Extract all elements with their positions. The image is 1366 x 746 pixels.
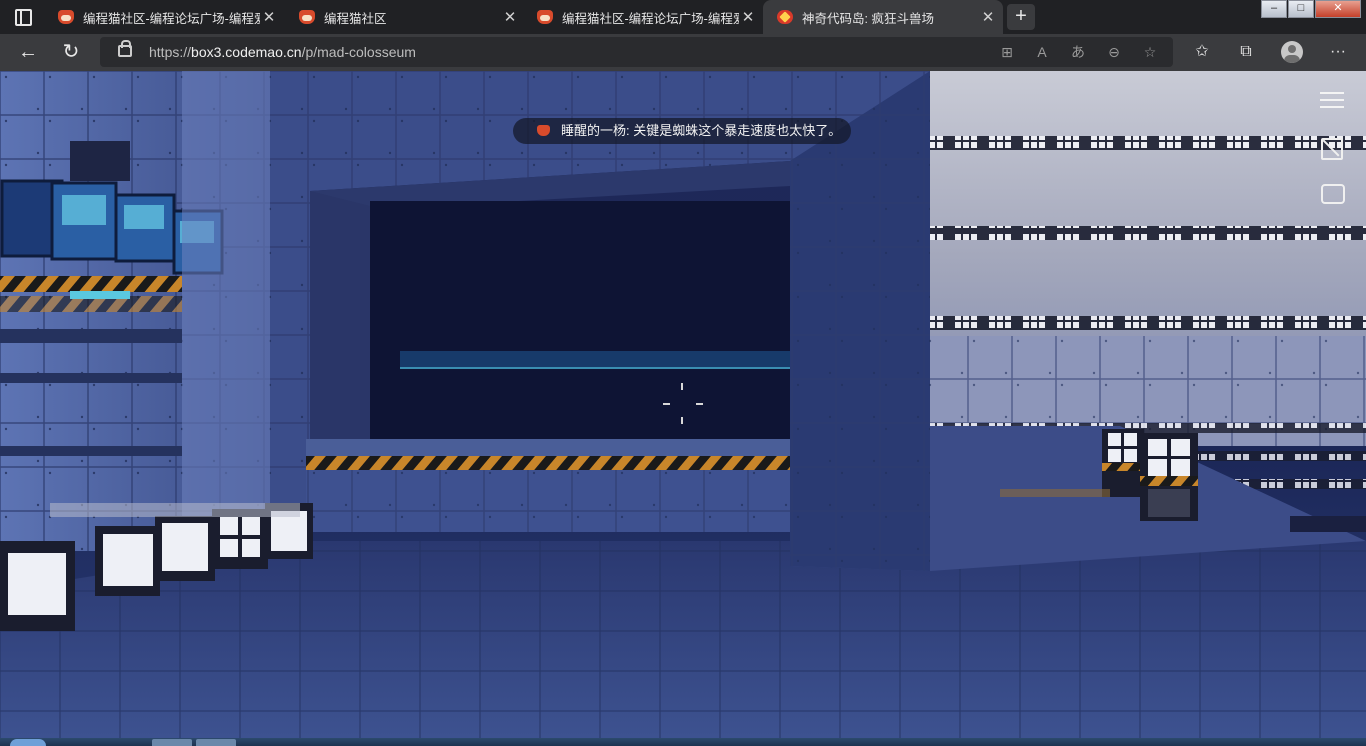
- game-menu-button[interactable]: [1318, 87, 1346, 113]
- translate-icon[interactable]: あ: [1067, 42, 1089, 62]
- chat-bubble-icon: [1321, 184, 1345, 204]
- read-aloud-icon[interactable]: A: [1031, 42, 1053, 62]
- tab-close-icon[interactable]: ✕: [739, 8, 757, 26]
- new-tab-button[interactable]: +: [1007, 4, 1035, 30]
- refresh-button[interactable]: ↻: [58, 40, 84, 64]
- start-orb-icon[interactable]: [10, 739, 46, 746]
- refresh-icon: ↻: [62, 41, 80, 63]
- chat-button[interactable]: [1318, 181, 1346, 207]
- tab-close-icon[interactable]: ✕: [501, 8, 519, 26]
- crosshair: [660, 383, 704, 425]
- window-controls: – □ ✕: [1261, 0, 1361, 18]
- add-favorite-icon[interactable]: ☆: [1139, 42, 1161, 62]
- back-button[interactable]: ←: [15, 40, 41, 64]
- codemao-cat-icon: [299, 10, 315, 24]
- tab-title: 神奇代码岛: 疯狂斗兽场: [802, 11, 934, 26]
- tab-actions-icon: [14, 8, 32, 26]
- tab-3[interactable]: 编程猫社区-编程论坛广场-编程爱 ✕: [523, 0, 763, 34]
- tab-close-icon[interactable]: ✕: [979, 8, 997, 26]
- lock-icon: [118, 40, 132, 57]
- taskbar-item[interactable]: [196, 739, 236, 746]
- chat-message-toast: 睡醒的一杨: 关键是蜘蛛这个暴走速度也太快了。: [513, 118, 851, 144]
- window-maximize-button[interactable]: □: [1288, 0, 1314, 18]
- collections-icon: ⧉: [1240, 43, 1252, 60]
- url-scheme: https://: [149, 44, 192, 60]
- tab-strip: 编程猫社区-编程论坛广场-编程爱 ✕ 编程猫社区 ✕ 编程猫社区-编程论坛广场-…: [0, 0, 1366, 34]
- url-path: /p/mad-colosseum: [301, 44, 416, 60]
- taskbar-item[interactable]: [152, 739, 192, 746]
- favorites-star-icon: ✩: [1195, 43, 1209, 60]
- tab-title: 编程猫社区: [324, 11, 387, 26]
- zoom-out-icon[interactable]: ⊖: [1103, 42, 1125, 62]
- address-bar[interactable]: https://box3.codemao.cn/p/mad-colosseum …: [100, 37, 1173, 67]
- app-available-icon[interactable]: ⊞: [996, 42, 1018, 62]
- chat-message-text: 睡醒的一杨: 关键是蜘蛛这个暴走速度也太快了。: [561, 123, 842, 138]
- fullscreen-button[interactable]: [1318, 135, 1346, 161]
- arrow-left-icon: ←: [18, 41, 38, 63]
- tab-actions-button[interactable]: [10, 6, 36, 28]
- url-text[interactable]: https://box3.codemao.cn/p/mad-colosseum: [149, 44, 416, 60]
- browser-toolbar: ← ↻ https://box3.codemao.cn/p/mad-coloss…: [0, 34, 1366, 71]
- window-close-button[interactable]: ✕: [1315, 0, 1361, 18]
- window-minimize-button[interactable]: –: [1261, 0, 1287, 18]
- favorites-button[interactable]: ✩: [1189, 40, 1215, 64]
- tab-title: 编程猫社区-编程论坛广场-编程爱: [562, 11, 739, 26]
- tab-4-active[interactable]: 神奇代码岛: 疯狂斗兽场 ✕: [763, 0, 1003, 34]
- tab-2[interactable]: 编程猫社区 ✕: [285, 0, 525, 34]
- os-taskbar: [0, 738, 1366, 746]
- codemao-cat-icon: [537, 10, 553, 24]
- expand-icon: [1321, 138, 1343, 160]
- tab-1[interactable]: 编程猫社区-编程论坛广场-编程爱 ✕: [44, 0, 284, 34]
- codemao-cat-icon: [58, 10, 74, 24]
- codemao-island-icon: [777, 10, 793, 24]
- collections-button[interactable]: ⧉: [1233, 40, 1259, 64]
- game-viewport[interactable]: 睡醒的一杨: 关键是蜘蛛这个暴走速度也太快了。: [0, 71, 1366, 738]
- tab-close-icon[interactable]: ✕: [260, 8, 278, 26]
- profile-avatar[interactable]: [1281, 41, 1303, 63]
- settings-more-button[interactable]: ···: [1325, 40, 1351, 64]
- url-domain: box3.codemao.cn: [191, 44, 302, 60]
- player-avatar-icon: [537, 125, 550, 136]
- more-dots-icon: ···: [1330, 43, 1346, 60]
- tab-title: 编程猫社区-编程论坛广场-编程爱: [83, 11, 260, 26]
